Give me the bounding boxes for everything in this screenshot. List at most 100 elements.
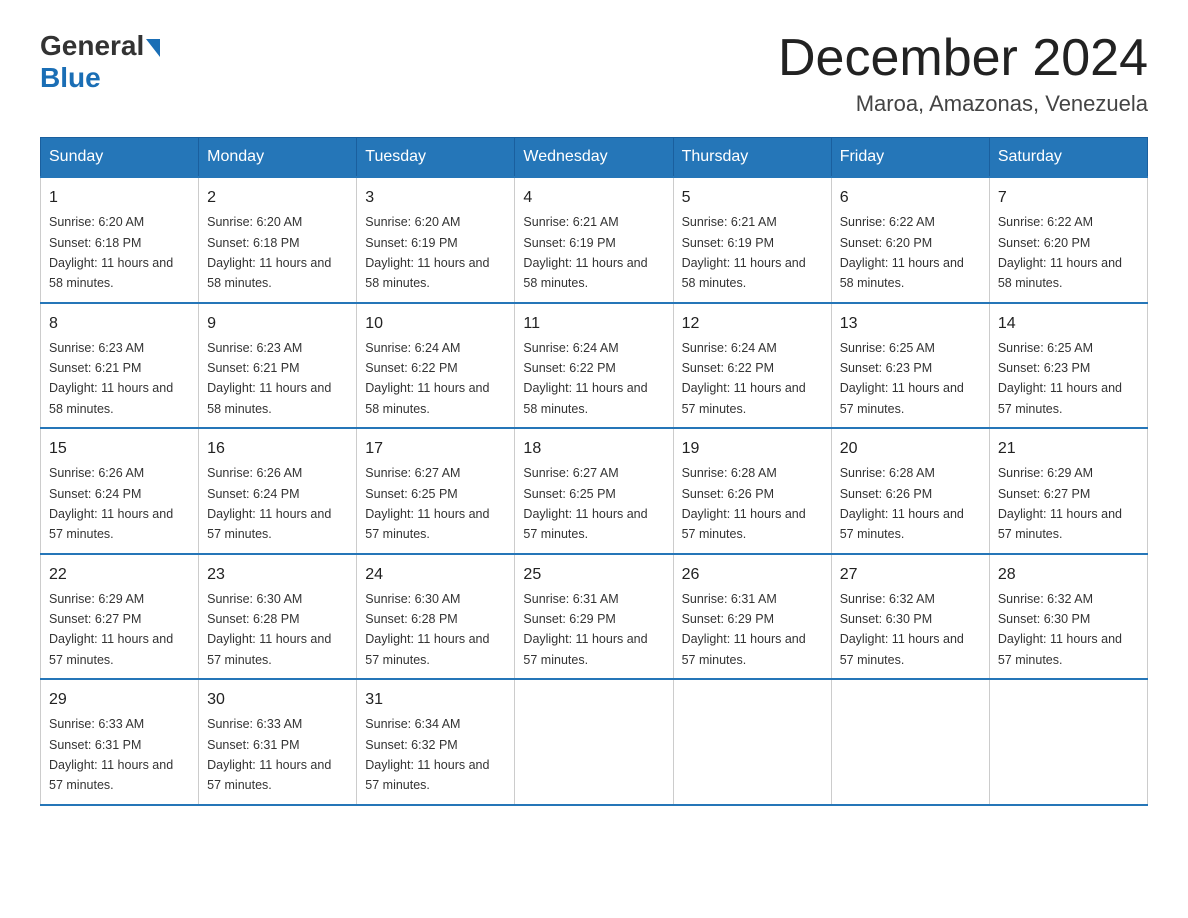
calendar-cell: 6 Sunrise: 6:22 AMSunset: 6:20 PMDayligh…: [831, 177, 989, 303]
day-number: 20: [840, 437, 981, 461]
calendar-cell: 29 Sunrise: 6:33 AMSunset: 6:31 PMDaylig…: [41, 679, 199, 805]
day-info: Sunrise: 6:27 AMSunset: 6:25 PMDaylight:…: [365, 466, 489, 541]
calendar-cell: 19 Sunrise: 6:28 AMSunset: 6:26 PMDaylig…: [673, 428, 831, 554]
calendar-cell: 25 Sunrise: 6:31 AMSunset: 6:29 PMDaylig…: [515, 554, 673, 680]
day-info: Sunrise: 6:30 AMSunset: 6:28 PMDaylight:…: [365, 592, 489, 667]
week-row-2: 8 Sunrise: 6:23 AMSunset: 6:21 PMDayligh…: [41, 303, 1148, 429]
calendar-cell: 27 Sunrise: 6:32 AMSunset: 6:30 PMDaylig…: [831, 554, 989, 680]
calendar-table: Sunday Monday Tuesday Wednesday Thursday…: [40, 137, 1148, 806]
calendar-cell: 16 Sunrise: 6:26 AMSunset: 6:24 PMDaylig…: [199, 428, 357, 554]
logo-arrow-icon: [146, 39, 160, 57]
calendar-cell: 14 Sunrise: 6:25 AMSunset: 6:23 PMDaylig…: [989, 303, 1147, 429]
calendar-cell: 22 Sunrise: 6:29 AMSunset: 6:27 PMDaylig…: [41, 554, 199, 680]
day-number: 18: [523, 437, 664, 461]
header: General Blue December 2024 Maroa, Amazon…: [40, 30, 1148, 117]
day-info: Sunrise: 6:33 AMSunset: 6:31 PMDaylight:…: [207, 717, 331, 792]
day-number: 11: [523, 312, 664, 336]
week-row-4: 22 Sunrise: 6:29 AMSunset: 6:27 PMDaylig…: [41, 554, 1148, 680]
calendar-cell: 18 Sunrise: 6:27 AMSunset: 6:25 PMDaylig…: [515, 428, 673, 554]
day-info: Sunrise: 6:25 AMSunset: 6:23 PMDaylight:…: [998, 341, 1122, 416]
day-info: Sunrise: 6:20 AMSunset: 6:18 PMDaylight:…: [207, 215, 331, 290]
header-sunday: Sunday: [41, 138, 199, 178]
day-number: 22: [49, 563, 190, 587]
calendar-cell: 2 Sunrise: 6:20 AMSunset: 6:18 PMDayligh…: [199, 177, 357, 303]
logo-blue-text: Blue: [40, 62, 101, 93]
calendar-cell: [515, 679, 673, 805]
calendar-cell: [831, 679, 989, 805]
calendar-cell: 21 Sunrise: 6:29 AMSunset: 6:27 PMDaylig…: [989, 428, 1147, 554]
day-info: Sunrise: 6:20 AMSunset: 6:19 PMDaylight:…: [365, 215, 489, 290]
day-info: Sunrise: 6:21 AMSunset: 6:19 PMDaylight:…: [682, 215, 806, 290]
header-saturday: Saturday: [989, 138, 1147, 178]
day-info: Sunrise: 6:25 AMSunset: 6:23 PMDaylight:…: [840, 341, 964, 416]
day-info: Sunrise: 6:24 AMSunset: 6:22 PMDaylight:…: [523, 341, 647, 416]
day-number: 29: [49, 688, 190, 712]
calendar-header: Sunday Monday Tuesday Wednesday Thursday…: [41, 138, 1148, 178]
day-number: 27: [840, 563, 981, 587]
day-info: Sunrise: 6:28 AMSunset: 6:26 PMDaylight:…: [840, 466, 964, 541]
day-number: 31: [365, 688, 506, 712]
day-info: Sunrise: 6:28 AMSunset: 6:26 PMDaylight:…: [682, 466, 806, 541]
day-number: 30: [207, 688, 348, 712]
day-info: Sunrise: 6:22 AMSunset: 6:20 PMDaylight:…: [840, 215, 964, 290]
calendar-cell: 11 Sunrise: 6:24 AMSunset: 6:22 PMDaylig…: [515, 303, 673, 429]
day-number: 25: [523, 563, 664, 587]
day-number: 1: [49, 186, 190, 210]
calendar-title: December 2024: [778, 30, 1148, 87]
calendar-cell: 12 Sunrise: 6:24 AMSunset: 6:22 PMDaylig…: [673, 303, 831, 429]
calendar-cell: 1 Sunrise: 6:20 AMSunset: 6:18 PMDayligh…: [41, 177, 199, 303]
day-number: 14: [998, 312, 1139, 336]
header-friday: Friday: [831, 138, 989, 178]
day-number: 15: [49, 437, 190, 461]
calendar-cell: 15 Sunrise: 6:26 AMSunset: 6:24 PMDaylig…: [41, 428, 199, 554]
calendar-cell: 7 Sunrise: 6:22 AMSunset: 6:20 PMDayligh…: [989, 177, 1147, 303]
calendar-cell: 23 Sunrise: 6:30 AMSunset: 6:28 PMDaylig…: [199, 554, 357, 680]
day-number: 8: [49, 312, 190, 336]
day-number: 23: [207, 563, 348, 587]
logo: General Blue: [40, 30, 162, 94]
title-area: December 2024 Maroa, Amazonas, Venezuela: [778, 30, 1148, 117]
day-info: Sunrise: 6:32 AMSunset: 6:30 PMDaylight:…: [840, 592, 964, 667]
calendar-cell: 13 Sunrise: 6:25 AMSunset: 6:23 PMDaylig…: [831, 303, 989, 429]
day-info: Sunrise: 6:24 AMSunset: 6:22 PMDaylight:…: [365, 341, 489, 416]
day-number: 26: [682, 563, 823, 587]
calendar-cell: 31 Sunrise: 6:34 AMSunset: 6:32 PMDaylig…: [357, 679, 515, 805]
day-info: Sunrise: 6:20 AMSunset: 6:18 PMDaylight:…: [49, 215, 173, 290]
day-number: 7: [998, 186, 1139, 210]
day-number: 3: [365, 186, 506, 210]
day-number: 17: [365, 437, 506, 461]
calendar-cell: 17 Sunrise: 6:27 AMSunset: 6:25 PMDaylig…: [357, 428, 515, 554]
day-number: 2: [207, 186, 348, 210]
day-info: Sunrise: 6:23 AMSunset: 6:21 PMDaylight:…: [207, 341, 331, 416]
header-tuesday: Tuesday: [357, 138, 515, 178]
calendar-cell: 8 Sunrise: 6:23 AMSunset: 6:21 PMDayligh…: [41, 303, 199, 429]
calendar-cell: [989, 679, 1147, 805]
week-row-3: 15 Sunrise: 6:26 AMSunset: 6:24 PMDaylig…: [41, 428, 1148, 554]
calendar-cell: 4 Sunrise: 6:21 AMSunset: 6:19 PMDayligh…: [515, 177, 673, 303]
calendar-subtitle: Maroa, Amazonas, Venezuela: [778, 91, 1148, 117]
day-info: Sunrise: 6:29 AMSunset: 6:27 PMDaylight:…: [998, 466, 1122, 541]
day-info: Sunrise: 6:29 AMSunset: 6:27 PMDaylight:…: [49, 592, 173, 667]
day-info: Sunrise: 6:33 AMSunset: 6:31 PMDaylight:…: [49, 717, 173, 792]
calendar-cell: 24 Sunrise: 6:30 AMSunset: 6:28 PMDaylig…: [357, 554, 515, 680]
day-number: 28: [998, 563, 1139, 587]
day-number: 21: [998, 437, 1139, 461]
day-number: 9: [207, 312, 348, 336]
calendar-cell: [673, 679, 831, 805]
header-monday: Monday: [199, 138, 357, 178]
day-info: Sunrise: 6:30 AMSunset: 6:28 PMDaylight:…: [207, 592, 331, 667]
header-row: Sunday Monday Tuesday Wednesday Thursday…: [41, 138, 1148, 178]
header-wednesday: Wednesday: [515, 138, 673, 178]
calendar-cell: 9 Sunrise: 6:23 AMSunset: 6:21 PMDayligh…: [199, 303, 357, 429]
calendar-cell: 10 Sunrise: 6:24 AMSunset: 6:22 PMDaylig…: [357, 303, 515, 429]
day-info: Sunrise: 6:26 AMSunset: 6:24 PMDaylight:…: [207, 466, 331, 541]
day-info: Sunrise: 6:23 AMSunset: 6:21 PMDaylight:…: [49, 341, 173, 416]
day-info: Sunrise: 6:32 AMSunset: 6:30 PMDaylight:…: [998, 592, 1122, 667]
day-info: Sunrise: 6:31 AMSunset: 6:29 PMDaylight:…: [523, 592, 647, 667]
calendar-cell: 28 Sunrise: 6:32 AMSunset: 6:30 PMDaylig…: [989, 554, 1147, 680]
calendar-body: 1 Sunrise: 6:20 AMSunset: 6:18 PMDayligh…: [41, 177, 1148, 805]
day-number: 24: [365, 563, 506, 587]
calendar-cell: 26 Sunrise: 6:31 AMSunset: 6:29 PMDaylig…: [673, 554, 831, 680]
day-number: 6: [840, 186, 981, 210]
day-info: Sunrise: 6:27 AMSunset: 6:25 PMDaylight:…: [523, 466, 647, 541]
